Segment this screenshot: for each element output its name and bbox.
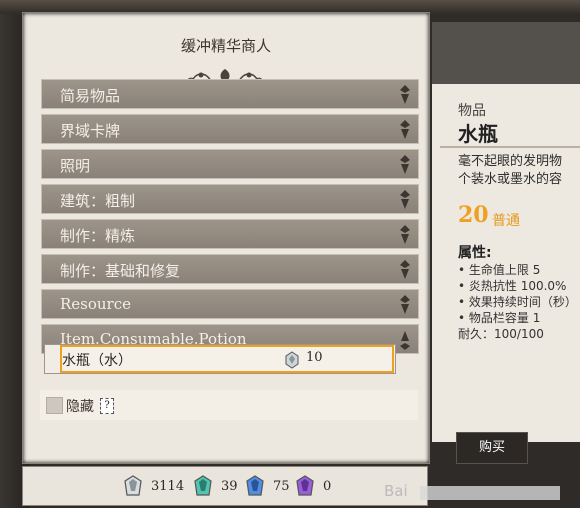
item-water-bottle[interactable]: 水瓶（水） 10 [60, 345, 394, 373]
purple-essence-icon [296, 475, 314, 496]
stat-line: • 物品栏容量 1 [458, 311, 541, 325]
category-crafting-basic-repair[interactable]: 制作：基础和修复 [41, 254, 419, 284]
description-line: 个装水或墨水的容 [458, 172, 563, 187]
watermark-blur [420, 486, 560, 500]
category-crafting-refined[interactable]: 制作：精炼 [41, 219, 419, 249]
green-essence-icon [194, 475, 212, 496]
item-name: 水瓶（水） [62, 353, 132, 369]
category-resource[interactable]: Resource [41, 289, 419, 319]
stat-line: 耐久：100/100 [458, 327, 544, 341]
category-label: 界域卡牌 [60, 122, 121, 140]
chevron-down-icon [400, 225, 410, 244]
stat-line: • 炎热抗性 100.0% [458, 279, 567, 293]
category-label: Resource [60, 295, 132, 313]
merchant-title: 缓冲精华商人 [180, 37, 271, 55]
category-simple-items[interactable]: 简易物品 [41, 79, 419, 109]
blue-essence-icon [246, 475, 264, 496]
currency-value: 0 [323, 479, 332, 494]
currency-value: 75 [273, 479, 290, 494]
category-label: 简易物品 [60, 87, 121, 105]
buy-button[interactable]: 购买 [456, 432, 528, 464]
chevron-down-icon [400, 190, 410, 209]
category-label: 建筑：粗制 [60, 192, 136, 210]
chevron-up-icon [400, 331, 410, 350]
category-building-crude[interactable]: 建筑：粗制 [41, 184, 419, 214]
chevron-down-icon [400, 155, 410, 174]
hide-row: 隐藏 ? [40, 390, 418, 420]
essence-icon [285, 351, 299, 369]
hide-checkbox[interactable] [46, 397, 63, 414]
category-label: 制作：基础和修复 [60, 262, 181, 280]
help-icon[interactable]: ? [100, 398, 114, 414]
detail-rarity: 普通 [492, 213, 520, 229]
currency-bar: 3114 39 75 0 [22, 466, 428, 506]
white-essence-icon [124, 475, 142, 496]
detail-name: 水瓶 [458, 122, 498, 146]
category-label: 照明 [60, 157, 91, 175]
currency-value: 39 [221, 479, 238, 494]
detail-header-strip [432, 22, 580, 84]
stat-line: • 生命值上限 5 [458, 263, 541, 277]
detail-description: 毫不起眼的发明物 个装水或墨水的容 [458, 153, 562, 189]
currency-value: 3114 [151, 479, 185, 494]
hide-label: 隐藏 [66, 399, 94, 415]
detail-type: 物品 [458, 103, 486, 119]
category-label: 制作：精炼 [60, 227, 136, 245]
detail-price: 20 [458, 202, 489, 228]
category-realm-cards[interactable]: 界域卡牌 [41, 114, 419, 144]
item-price: 10 [306, 350, 323, 365]
description-line: 毫不起眼的发明物 [458, 154, 563, 169]
detail-divider [440, 146, 580, 148]
detail-panel [432, 22, 580, 442]
stat-line: • 效果持续时间（秒） [458, 295, 577, 309]
chevron-down-icon [400, 295, 410, 314]
category-lighting[interactable]: 照明 [41, 149, 419, 179]
chevron-down-icon [400, 120, 410, 139]
chevron-down-icon [400, 260, 410, 279]
detail-stats: • 生命值上限 5 • 炎热抗性 100.0% • 效果持续时间（秒） • 物品… [458, 262, 577, 342]
chevron-down-icon [400, 85, 410, 104]
detail-attributes-title: 属性: [458, 245, 492, 261]
watermark: Bai [384, 482, 408, 500]
